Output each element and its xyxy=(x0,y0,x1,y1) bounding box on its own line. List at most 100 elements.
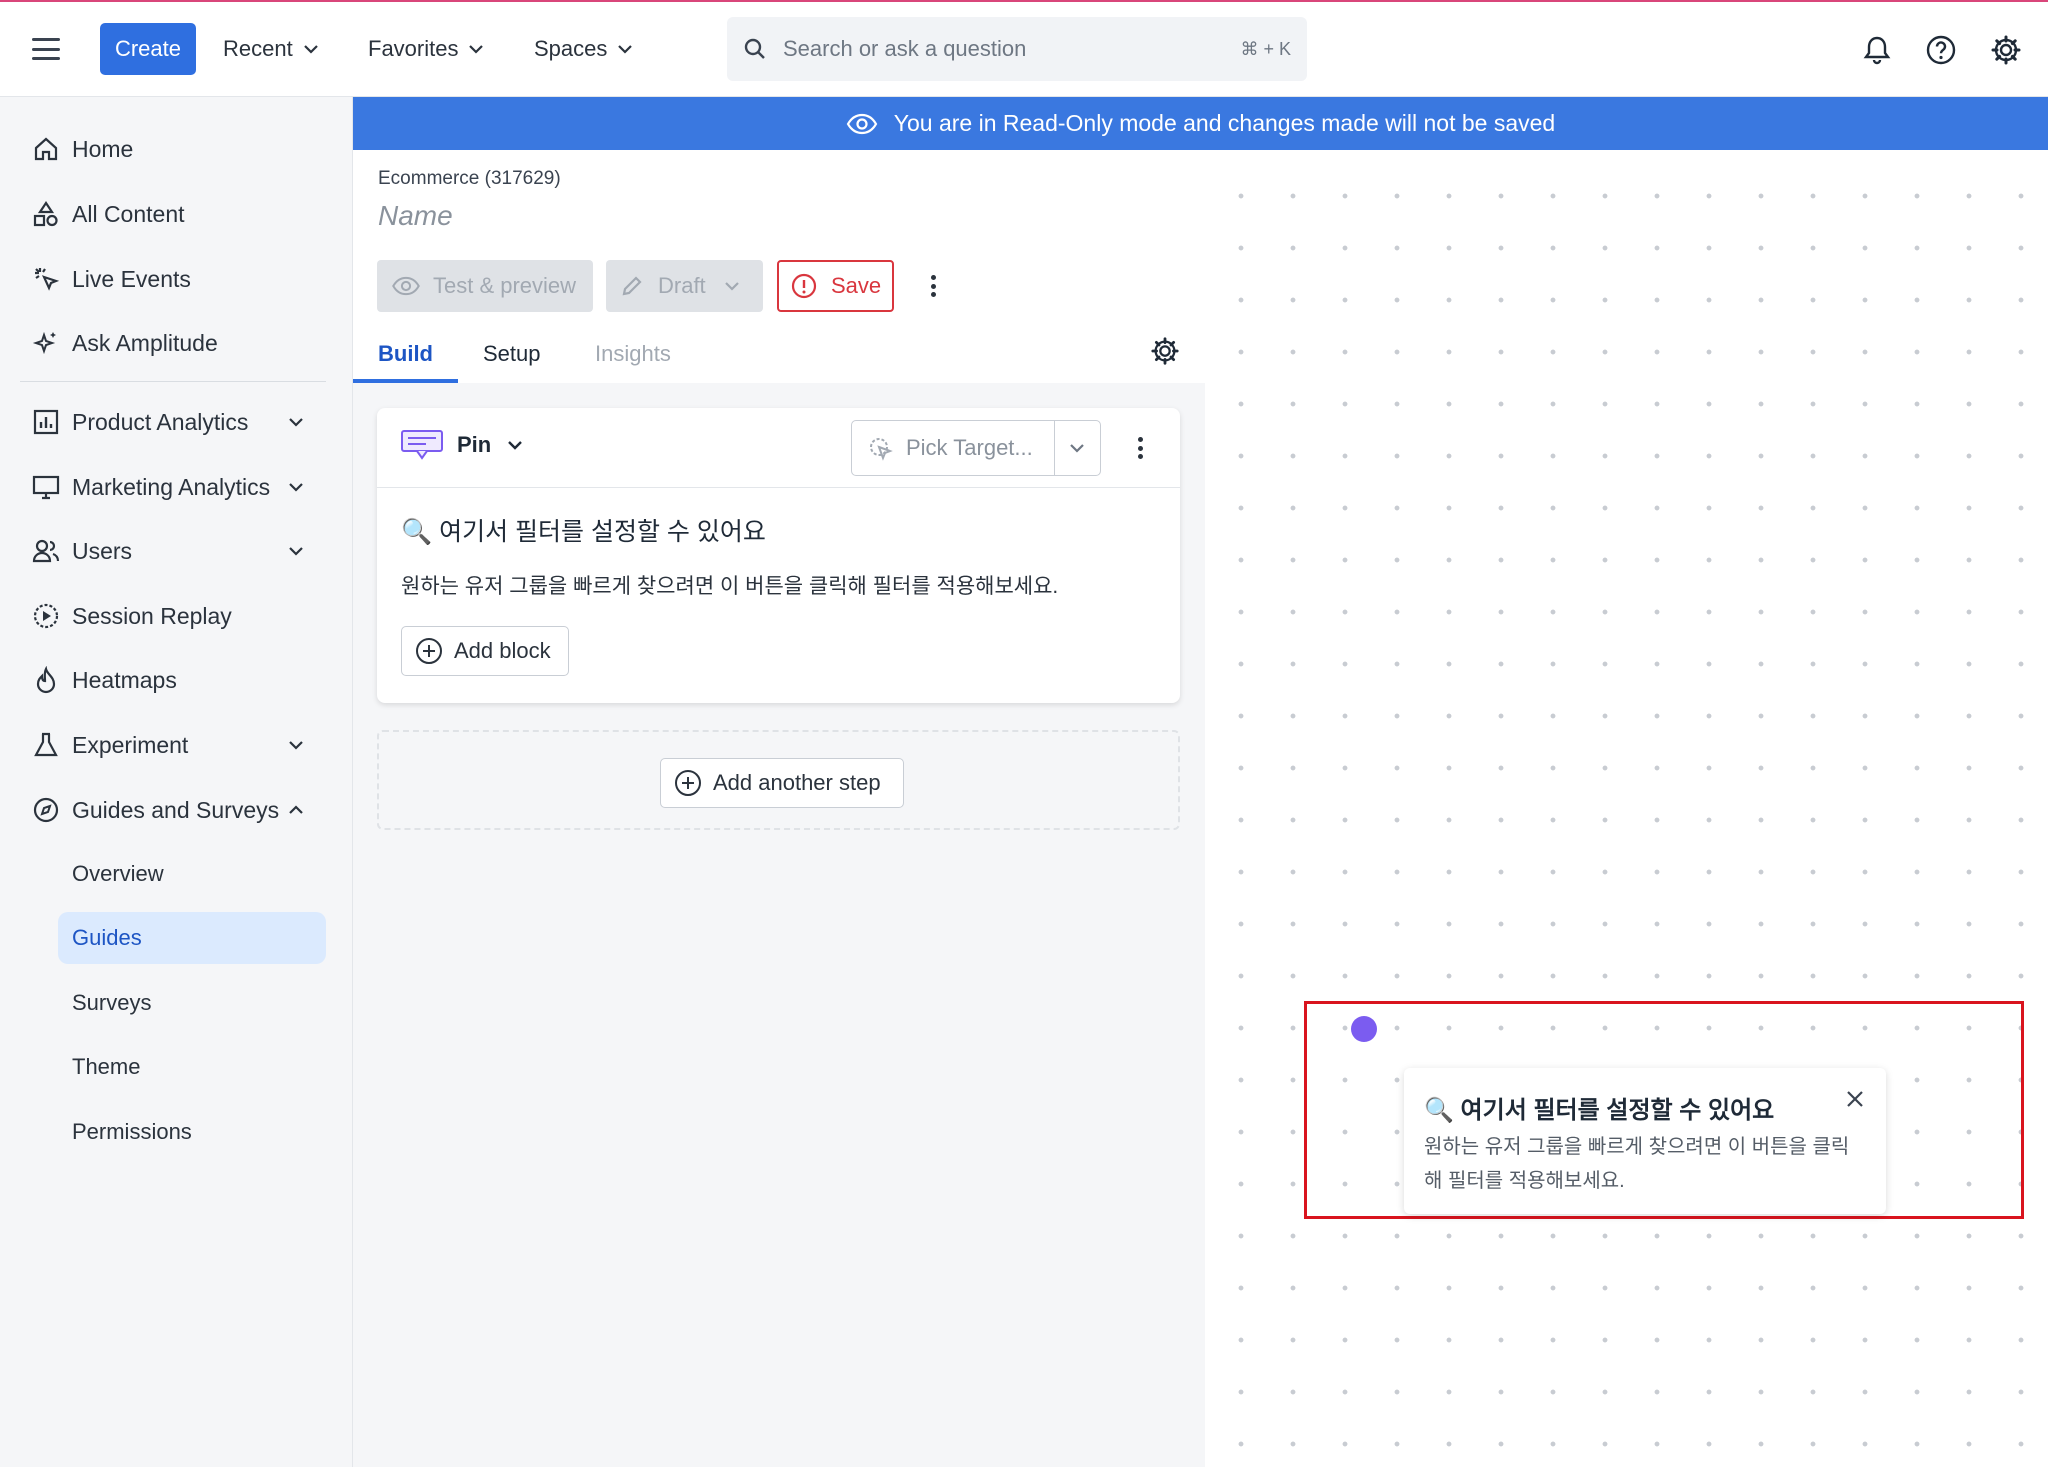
sidebar-item-label: Heatmaps xyxy=(72,666,177,693)
step-body-field[interactable]: 원하는 유저 그룹을 빠르게 찾으려면 이 버튼을 클릭해 필터를 적용해보세요… xyxy=(401,570,1058,600)
sidebar: Home All Content Live Events Ask Amplitu… xyxy=(0,97,353,1467)
eye-icon xyxy=(392,276,420,296)
test-preview-label: Test & preview xyxy=(433,273,577,298)
play-circle-icon xyxy=(33,603,59,629)
pick-target-select[interactable]: Pick Target... xyxy=(851,420,1101,476)
chevron-down-icon xyxy=(469,45,484,54)
more-options-icon[interactable] xyxy=(931,275,937,297)
sidebar-item-label: Ask Amplitude xyxy=(72,329,218,356)
sidebar-subitem-guides[interactable]: Guides xyxy=(58,912,326,964)
save-label: Save xyxy=(831,273,882,298)
recent-menu[interactable]: Recent xyxy=(223,22,319,76)
chevron-down-icon xyxy=(289,418,303,427)
top-bar: Create Recent Favorites Spaces Search or… xyxy=(0,2,2048,97)
banner-text: You are in Read-Only mode and changes ma… xyxy=(893,110,1556,136)
compass-icon xyxy=(33,797,59,823)
chevron-down-icon xyxy=(508,441,523,450)
add-another-step-button[interactable]: Add another step xyxy=(660,758,904,808)
step-title-field[interactable]: 🔍 여기서 필터를 설정할 수 있어요 xyxy=(401,512,766,548)
home-icon xyxy=(34,137,58,161)
sidebar-item-label: Product Analytics xyxy=(72,408,249,435)
test-preview-button[interactable]: Test & preview xyxy=(377,260,593,312)
chevron-down-icon[interactable] xyxy=(1069,443,1085,453)
sidebar-item-label: Experiment xyxy=(72,731,189,758)
chevron-down-icon xyxy=(303,45,318,54)
chevron-down-icon xyxy=(289,483,303,492)
preview-canvas xyxy=(1205,150,2048,1467)
draft-status-dropdown[interactable]: Draft xyxy=(606,260,763,312)
sidebar-item-label: All Content xyxy=(72,200,185,227)
bell-icon[interactable] xyxy=(1861,34,1893,66)
favorites-label: Favorites xyxy=(368,36,459,61)
add-block-button[interactable]: Add block xyxy=(401,626,569,676)
sidebar-item-home[interactable]: Home xyxy=(0,123,353,175)
search-placeholder: Search or ask a question xyxy=(783,36,1027,61)
shapes-icon xyxy=(33,201,58,227)
sidebar-item-all-content[interactable]: All Content xyxy=(0,188,353,240)
sidebar-subitem-theme[interactable]: Theme xyxy=(58,1041,326,1093)
flask-icon xyxy=(34,732,58,757)
guide-editor-panel: Ecommerce (317629) Name Test & preview D… xyxy=(353,150,1205,1467)
sidebar-item-ask-amplitude[interactable]: Ask Amplitude xyxy=(0,317,353,369)
recent-label: Recent xyxy=(223,36,293,61)
step-type-dropdown[interactable]: Pin xyxy=(401,430,523,460)
chevron-down-icon xyxy=(289,547,303,556)
step-header: Pin Pick Target... xyxy=(377,408,1180,488)
tab-insights[interactable]: Insights xyxy=(595,325,671,383)
close-icon[interactable] xyxy=(1844,1088,1866,1110)
chevron-up-icon xyxy=(289,805,303,814)
sidebar-subitem-permissions[interactable]: Permissions xyxy=(58,1106,326,1158)
add-step-zone: Add another step xyxy=(377,730,1180,830)
chevron-down-icon xyxy=(724,282,739,291)
sidebar-item-marketing-analytics[interactable]: Marketing Analytics xyxy=(0,461,353,513)
plus-circle-icon xyxy=(416,638,442,664)
flame-icon xyxy=(36,666,56,694)
monitor-icon xyxy=(32,475,60,500)
users-icon xyxy=(32,539,60,563)
pick-target-placeholder: Pick Target... xyxy=(906,435,1033,460)
add-another-step-label: Add another step xyxy=(713,770,881,795)
sidebar-item-guides-and-surveys[interactable]: Guides and Surveys xyxy=(0,784,353,836)
sidebar-subitem-overview[interactable]: Overview xyxy=(58,848,326,900)
spaces-menu[interactable]: Spaces xyxy=(534,22,633,76)
sidebar-item-product-analytics[interactable]: Product Analytics xyxy=(0,396,353,448)
tooltip-title: 🔍 여기서 필터를 설정할 수 있어요 xyxy=(1424,1097,1775,1124)
add-block-label: Add block xyxy=(454,638,551,663)
select-divider xyxy=(1054,421,1055,475)
tab-build[interactable]: Build xyxy=(353,325,458,383)
step-type-label: Pin xyxy=(457,432,492,457)
pin-beacon[interactable] xyxy=(1351,1016,1377,1042)
project-label: Ecommerce (317629) xyxy=(378,168,561,189)
gear-icon[interactable] xyxy=(1150,336,1180,366)
sidebar-item-users[interactable]: Users xyxy=(0,525,353,577)
draft-label: Draft xyxy=(658,273,706,298)
create-button[interactable]: Create xyxy=(100,23,196,75)
guide-name-input[interactable]: Name xyxy=(378,200,453,232)
pencil-icon xyxy=(622,276,642,296)
sidebar-item-label: Users xyxy=(72,537,133,564)
step-more-options-icon[interactable] xyxy=(1138,437,1144,459)
help-icon[interactable] xyxy=(1925,34,1957,66)
sparkle-icon xyxy=(32,331,56,355)
tab-setup[interactable]: Setup xyxy=(483,325,541,383)
sidebar-item-live-events[interactable]: Live Events xyxy=(0,253,353,305)
sidebar-divider xyxy=(20,381,326,382)
favorites-menu[interactable]: Favorites xyxy=(368,22,484,76)
save-button[interactable]: Save xyxy=(777,260,894,312)
chevron-down-icon xyxy=(289,741,303,750)
sidebar-item-label: Guides and Surveys xyxy=(72,796,280,823)
sidebar-subitem-surveys[interactable]: Surveys xyxy=(58,977,326,1029)
tooltip-body: 원하는 유저 그룹을 빠르게 찾으려면 이 버튼을 클릭해 필터를 적용해보세요… xyxy=(1424,1136,1850,1192)
target-pointer-icon xyxy=(870,438,893,461)
alert-circle-icon xyxy=(791,273,817,299)
sidebar-item-heatmaps[interactable]: Heatmaps xyxy=(0,654,353,706)
search-shortcut: ⌘ + K xyxy=(1240,38,1291,59)
gear-icon[interactable] xyxy=(1990,34,2022,66)
hamburger-menu-icon[interactable] xyxy=(32,38,60,60)
sidebar-item-label: Session Replay xyxy=(72,602,232,629)
spaces-label: Spaces xyxy=(534,36,608,61)
editor-header: Ecommerce (317629) Name Test & preview D… xyxy=(353,150,1205,383)
search-input[interactable]: Search or ask a question ⌘ + K xyxy=(727,17,1307,81)
sidebar-item-experiment[interactable]: Experiment xyxy=(0,719,353,771)
sidebar-item-session-replay[interactable]: Session Replay xyxy=(0,590,353,642)
